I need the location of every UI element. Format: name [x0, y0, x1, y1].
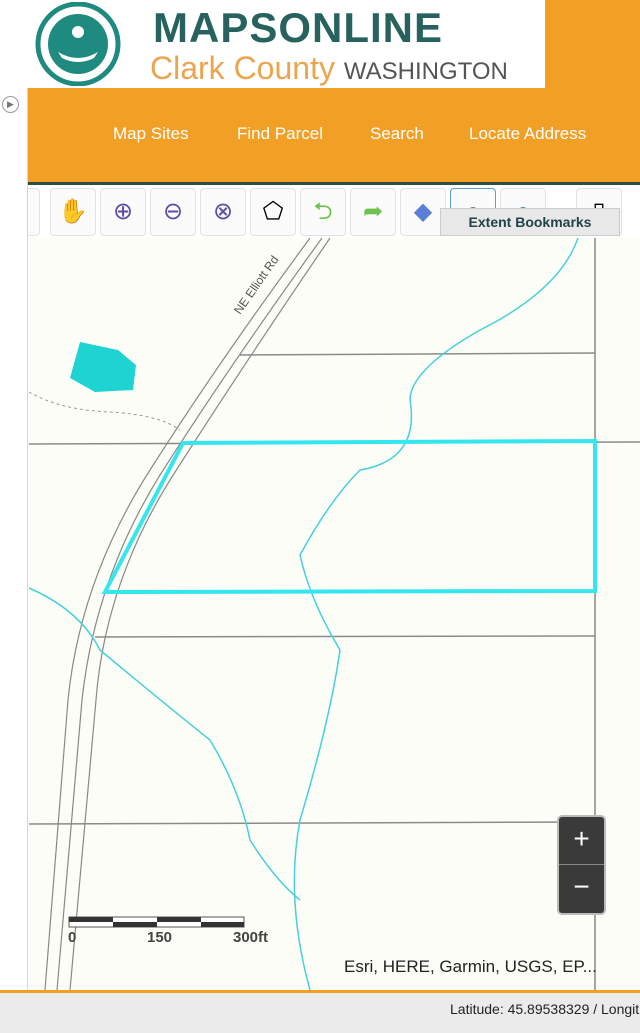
header: MAPSONLINE Clark County WASHINGTON Map S…	[0, 0, 640, 183]
pond	[70, 342, 136, 392]
pan-hand-tool[interactable]: ✋	[50, 188, 96, 236]
zoom-in-tool[interactable]: ⊕	[100, 188, 146, 236]
forward-arrow-tool[interactable]: ➦	[350, 188, 396, 236]
parcel-line	[94, 635, 596, 638]
county-seal-icon	[35, 2, 121, 86]
coordinates-readout: Latitude: 45.89538329 / Longit	[450, 1001, 640, 1017]
status-bar: Latitude: 45.89538329 / Longit	[0, 993, 640, 1033]
brand-title: MAPSONLINE	[153, 4, 444, 51]
sidebar: ▶	[0, 88, 28, 990]
brand-subtitle: Clark County WASHINGTON	[150, 50, 508, 87]
zoom-out-button[interactable]: −	[559, 865, 604, 913]
trail-line	[29, 391, 181, 431]
brand-county: Clark County	[150, 50, 335, 86]
zoom-control: + −	[557, 815, 606, 915]
map-layers: NE Elliott Rd	[29, 238, 640, 990]
scale-label-300: 300ft	[233, 929, 269, 946]
full-extent-tool[interactable]: ⊗	[200, 188, 246, 236]
lasso-select-tool[interactable]: ⬠	[250, 188, 296, 236]
brand-state: WASHINGTON	[343, 58, 508, 85]
scale-label-150: 150	[147, 929, 173, 946]
map-canvas[interactable]: NE Elliott Rd	[29, 238, 640, 990]
back-arrow-tool[interactable]: ⮌	[300, 188, 346, 236]
map-attribution: Esri, HERE, Garmin, USGS, EP...	[344, 957, 597, 976]
nav-map-sites[interactable]: Map Sites	[113, 124, 189, 144]
extent-bookmarks-tooltip[interactable]: Extent Bookmarks	[440, 208, 620, 236]
selected-parcel	[101, 438, 597, 595]
scale-bar	[68, 916, 245, 928]
logo[interactable]: MAPSONLINE Clark County WASHINGTON	[0, 0, 545, 88]
zoom-in-button[interactable]: +	[559, 817, 604, 865]
nav-locate-address[interactable]: Locate Address	[469, 124, 586, 144]
parcel-line	[29, 821, 596, 825]
parcel-line	[239, 352, 596, 356]
nav-find-parcel[interactable]: Find Parcel	[237, 124, 323, 144]
road-label: NE Elliott Rd	[231, 253, 281, 317]
scale-label-0: 0	[68, 929, 77, 946]
zoom-out-tool[interactable]: ⊖	[150, 188, 196, 236]
expand-sidebar-icon[interactable]: ▶	[2, 96, 19, 113]
nav-search[interactable]: Search	[370, 124, 424, 144]
